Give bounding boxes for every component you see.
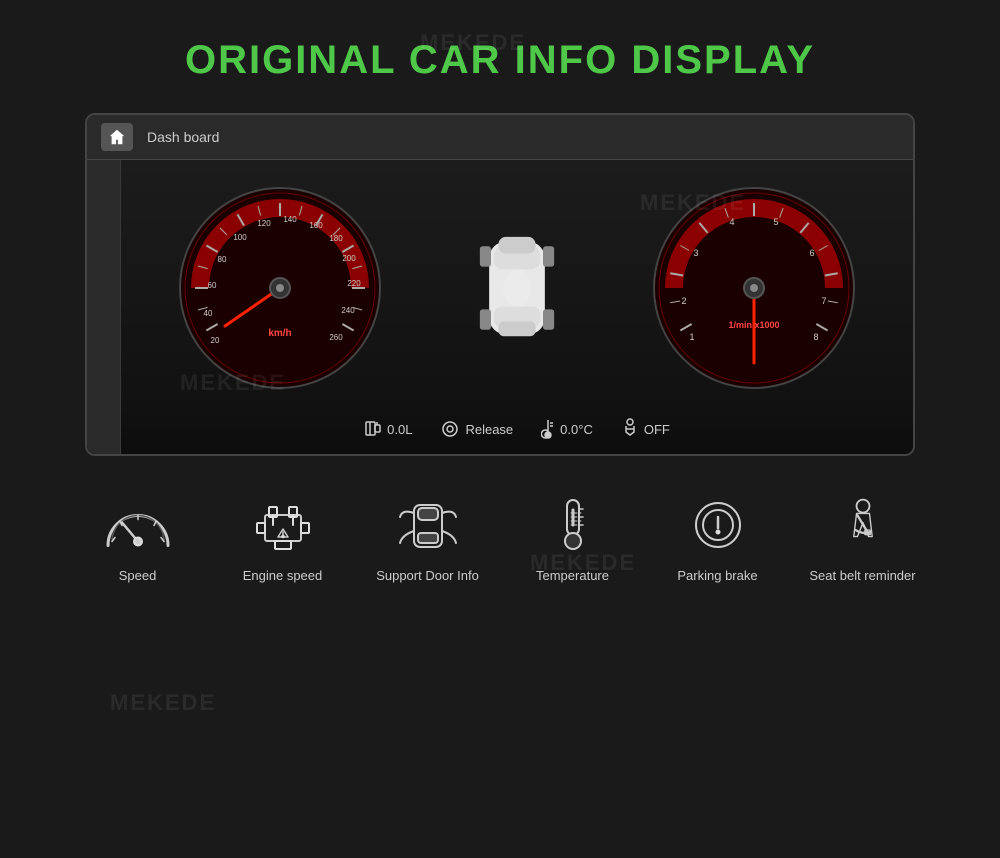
page-title-section: ORIGINAL CAR INFO DISPLAY (0, 0, 1000, 113)
svg-text:8: 8 (814, 332, 819, 342)
brake-value: Release (465, 422, 513, 437)
svg-text:1: 1 (690, 332, 695, 342)
speed-icon (98, 492, 178, 557)
dashboard-screen: Dash board (85, 113, 915, 456)
dash-sidebar (87, 160, 121, 454)
svg-text:3: 3 (694, 248, 699, 258)
door-info-label: Support Door Info (376, 567, 479, 585)
dash-content: 20 40 60 80 100 120 140 1 (87, 160, 913, 408)
door-icon (388, 492, 468, 557)
rpm-gauge: 1 2 3 4 5 6 7 8 (644, 178, 864, 398)
home-icon[interactable] (101, 123, 133, 151)
feature-parking-brake: Parking brake (645, 492, 790, 585)
watermark: MEKEDE (110, 690, 216, 716)
svg-text:2: 2 (682, 296, 687, 306)
temp-value: 0.0°C (560, 422, 593, 437)
svg-text:100: 100 (233, 233, 247, 242)
page-title: ORIGINAL CAR INFO DISPLAY (0, 38, 1000, 83)
svg-text:180: 180 (329, 234, 343, 243)
speedometer: 20 40 60 80 100 120 140 1 (170, 178, 390, 398)
svg-text:5: 5 (774, 217, 779, 227)
fuel-status: 0.0L (364, 420, 412, 438)
feature-speed: Speed (65, 492, 210, 585)
car-top-view (447, 223, 587, 353)
svg-text:220: 220 (347, 279, 361, 288)
dash-title: Dash board (147, 129, 219, 145)
temperature-label: Temperature (536, 567, 609, 585)
seatbelt-value: OFF (644, 422, 670, 437)
svg-text:140: 140 (283, 215, 297, 224)
svg-text:20: 20 (210, 336, 219, 345)
temp-status: 0.0°C (541, 418, 593, 440)
svg-text:1/min x1000: 1/min x1000 (729, 320, 780, 330)
svg-text:7: 7 (822, 296, 827, 306)
seatbelt-icon (823, 492, 903, 557)
parking-brake-label: Parking brake (677, 567, 757, 585)
seatbelt-status: OFF (621, 418, 670, 440)
brake-status: Release (440, 420, 513, 438)
feature-door-info: Support Door Info (355, 492, 500, 585)
engine-speed-label: Engine speed (243, 567, 323, 585)
temperature-icon (533, 492, 613, 557)
dash-status-bar: 0.0L Release (87, 408, 913, 454)
svg-text:40: 40 (203, 309, 212, 318)
parking-brake-icon (678, 492, 758, 557)
engine-icon (243, 492, 323, 557)
fuel-value: 0.0L (387, 422, 412, 437)
svg-text:200: 200 (342, 254, 356, 263)
svg-text:km/h: km/h (268, 328, 291, 339)
svg-text:120: 120 (257, 219, 271, 228)
dash-header: Dash board (87, 115, 913, 160)
speed-label: Speed (119, 567, 157, 585)
svg-text:80: 80 (217, 255, 226, 264)
feature-engine-speed: Engine speed (210, 492, 355, 585)
svg-text:4: 4 (730, 217, 735, 227)
seatbelt-label: Seat belt reminder (809, 567, 915, 585)
svg-text:60: 60 (207, 281, 216, 290)
features-section: Speed Eng (0, 456, 1000, 605)
feature-temperature: Temperature (500, 492, 645, 585)
feature-seatbelt: Seat belt reminder (790, 492, 935, 585)
svg-text:260: 260 (329, 333, 343, 342)
svg-text:6: 6 (810, 248, 815, 258)
